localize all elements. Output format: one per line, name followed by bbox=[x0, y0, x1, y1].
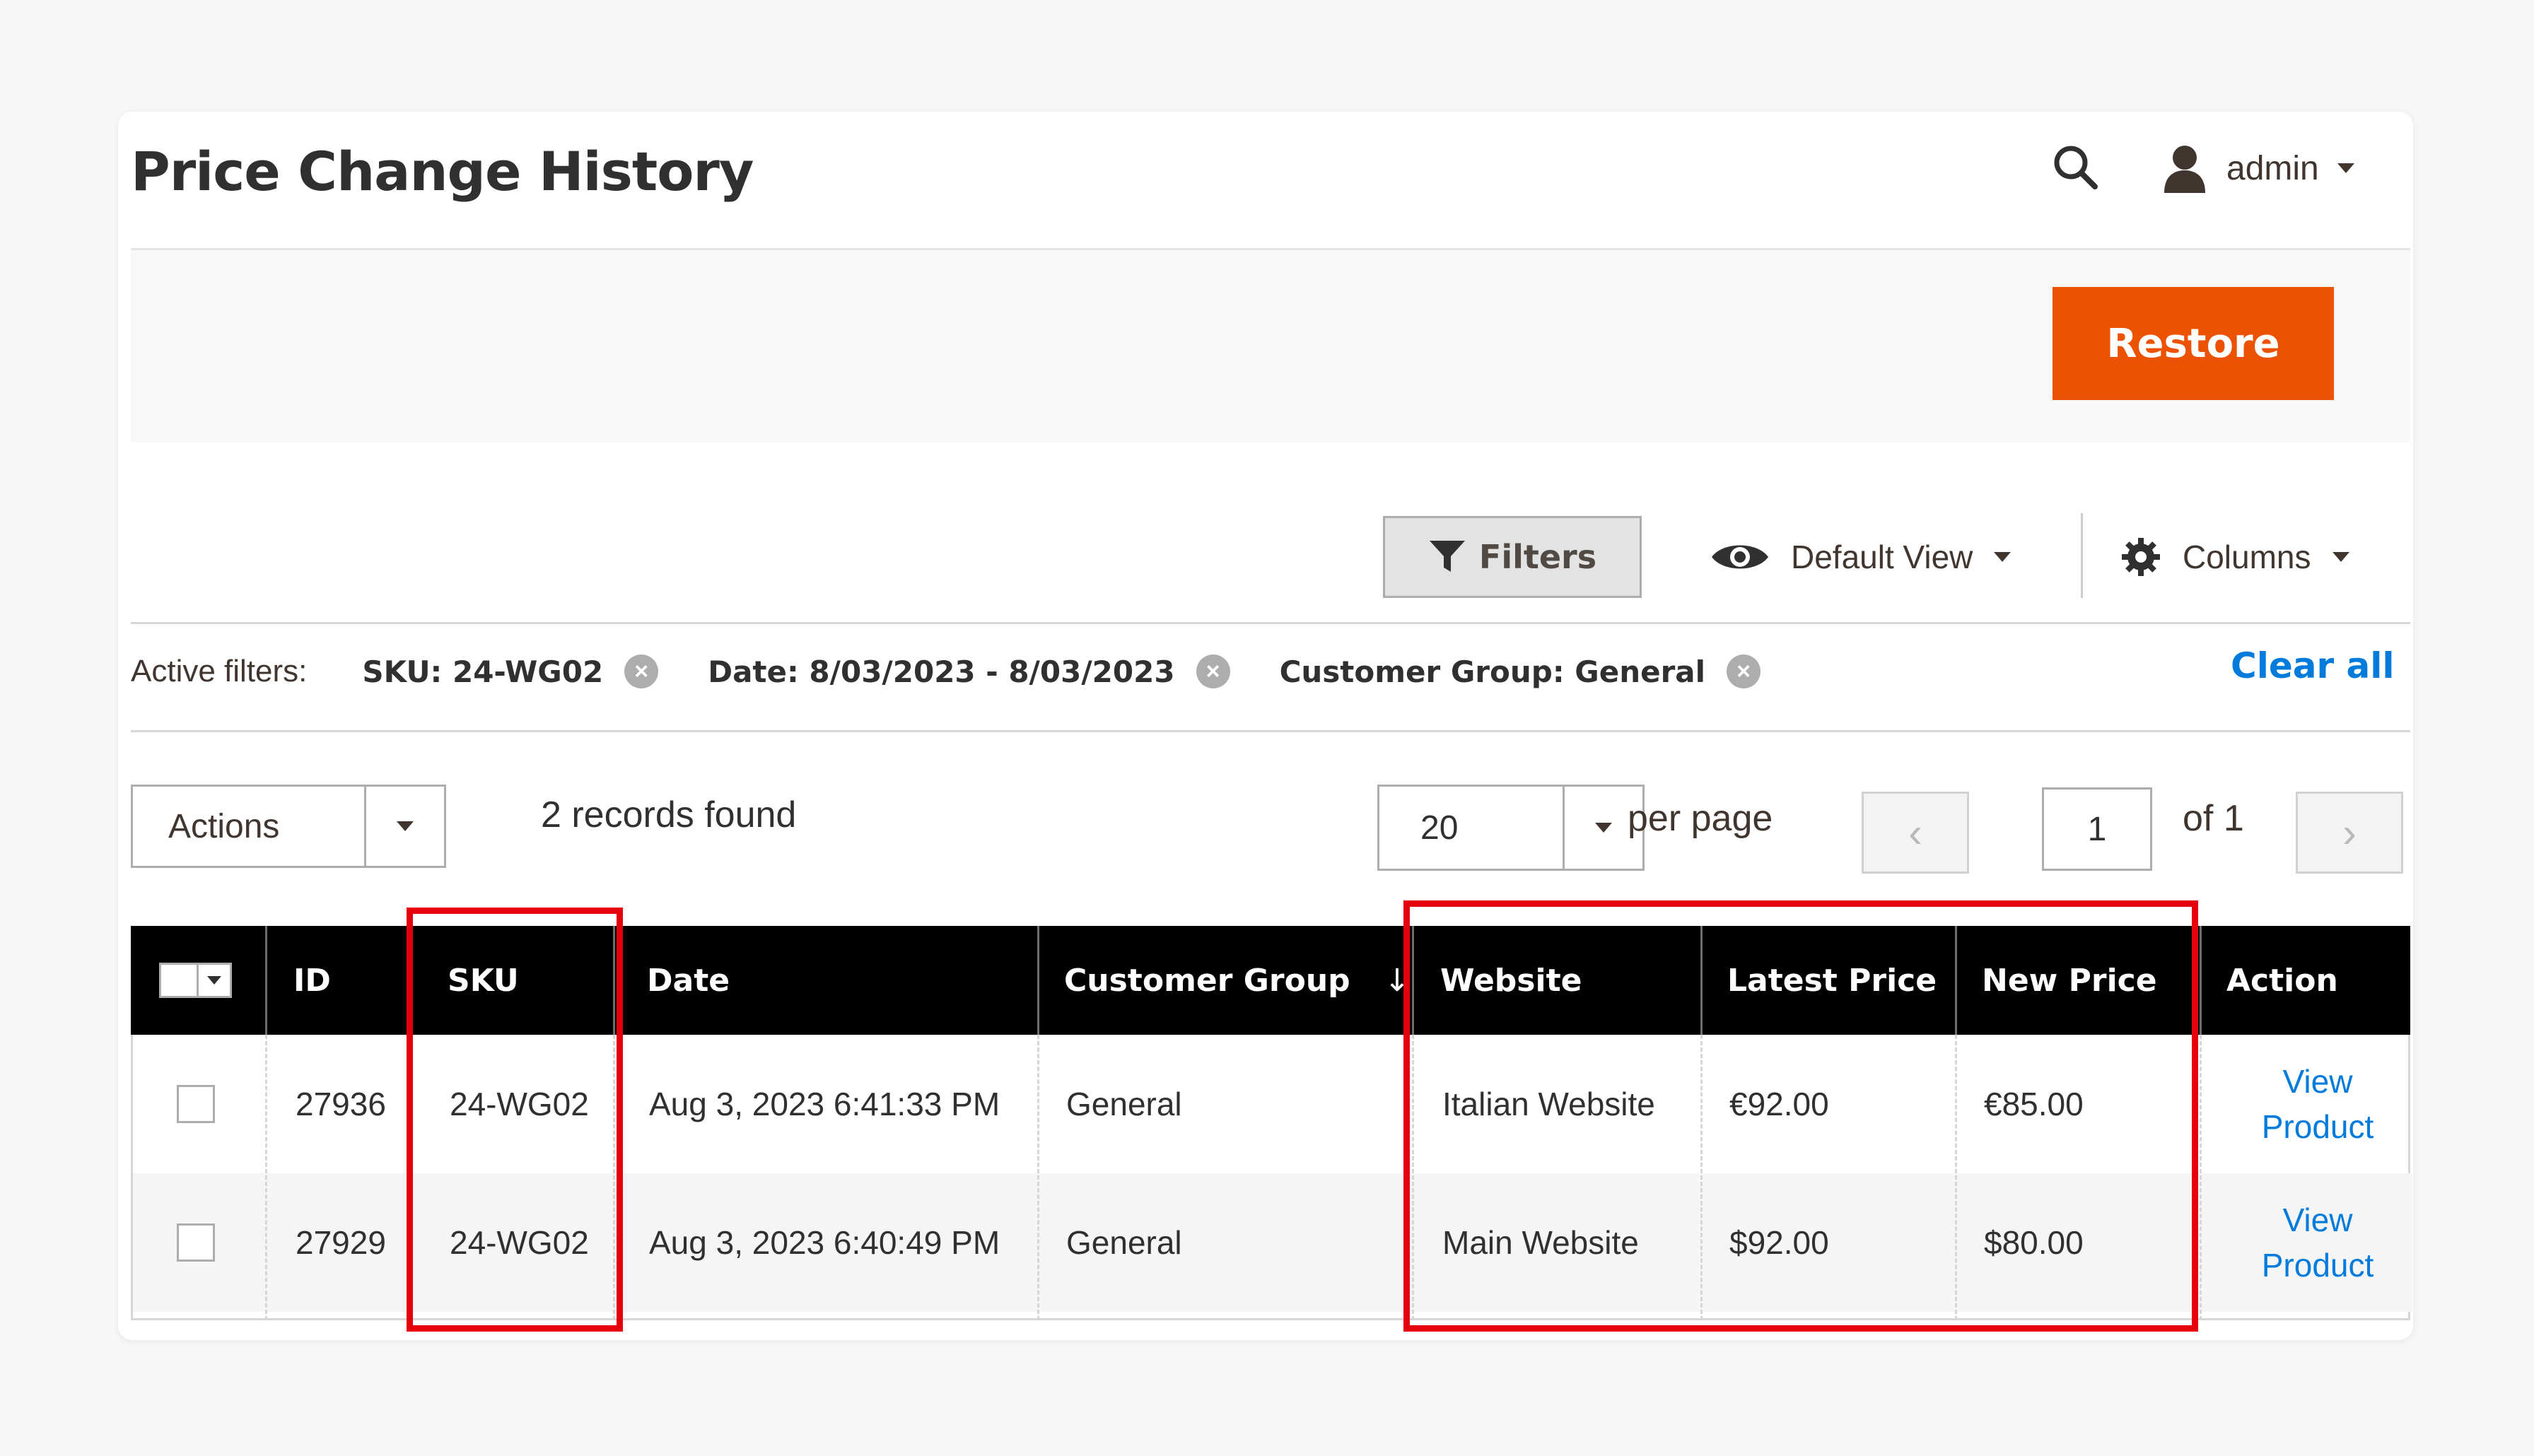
active-filters: Active filters: SKU: 24-WG02 × Date: 8/0… bbox=[131, 643, 1810, 700]
select-all-control[interactable] bbox=[159, 926, 232, 1035]
column-separator bbox=[1037, 926, 1039, 1035]
column-header-action: Action bbox=[2226, 962, 2338, 999]
previous-page-button[interactable]: ‹ bbox=[1862, 792, 1969, 874]
view-product-link-line[interactable]: Product bbox=[2262, 1104, 2374, 1149]
next-page-button[interactable]: › bbox=[2296, 792, 2403, 874]
username: admin bbox=[2226, 149, 2319, 187]
divider bbox=[131, 730, 2410, 732]
page-title: Price Change History bbox=[131, 140, 754, 203]
filter-chip-label: Date: 8/03/2023 - 8/03/2023 bbox=[708, 654, 1175, 689]
filter-icon bbox=[1429, 541, 1465, 572]
gear-icon bbox=[2122, 538, 2160, 576]
actions-label: Actions bbox=[168, 807, 280, 845]
chevron-right-icon: › bbox=[2342, 809, 2357, 856]
eye-icon bbox=[1712, 545, 1768, 569]
price-highlight-box bbox=[1403, 900, 2198, 1332]
chevron-left-icon: ‹ bbox=[1908, 809, 1922, 856]
column-header-label: Customer Group bbox=[1064, 962, 1350, 999]
divider bbox=[131, 622, 2410, 624]
restore-button[interactable]: Restore bbox=[2053, 287, 2334, 400]
remove-filter-icon[interactable]: × bbox=[1727, 654, 1761, 688]
mass-actions-dropdown[interactable]: Actions bbox=[131, 785, 446, 868]
view-product-link[interactable]: View Product bbox=[2262, 1197, 2374, 1288]
row-checkbox[interactable] bbox=[177, 1085, 215, 1123]
filter-chip-label: Customer Group: General bbox=[1279, 654, 1706, 689]
toolbar-separator bbox=[2081, 513, 2083, 598]
view-product-link-line[interactable]: Product bbox=[2262, 1243, 2374, 1288]
filter-chip-label: SKU: 24-WG02 bbox=[362, 654, 604, 689]
view-label: Default View bbox=[1791, 539, 1973, 575]
view-product-link-line[interactable]: View bbox=[2262, 1197, 2374, 1243]
filters-button[interactable]: Filters bbox=[1383, 516, 1642, 598]
column-header-date[interactable]: Date bbox=[647, 926, 730, 1035]
search-icon bbox=[2054, 146, 2098, 189]
cell-customer-group: General bbox=[1066, 1086, 1182, 1122]
search-button[interactable] bbox=[2048, 140, 2105, 196]
column-divider bbox=[1037, 1035, 1039, 1320]
view-selector[interactable]: Default View bbox=[1710, 522, 2012, 592]
per-page-select[interactable]: 20 bbox=[1377, 785, 1645, 871]
column-header-id[interactable]: ID bbox=[293, 926, 331, 1035]
chevron-down-icon[interactable] bbox=[197, 965, 230, 996]
user-menu[interactable]: admin bbox=[2161, 136, 2354, 200]
columns-label: Columns bbox=[2183, 539, 2311, 575]
cell-date: Aug 3, 2023 6:40:49 PM bbox=[649, 1224, 1000, 1261]
user-icon bbox=[2164, 146, 2205, 193]
column-divider bbox=[2200, 1035, 2202, 1320]
chevron-down-icon bbox=[1994, 552, 2012, 562]
cell-date: Aug 3, 2023 6:41:33 PM bbox=[649, 1086, 1000, 1122]
column-header-customer-group[interactable]: Customer Group ↓ bbox=[1064, 926, 1411, 1035]
select-all-checkbox[interactable] bbox=[161, 965, 197, 996]
filter-chip-sku: SKU: 24-WG02 × bbox=[362, 654, 659, 689]
chevron-down-icon bbox=[2337, 163, 2354, 173]
row-checkbox[interactable] bbox=[177, 1223, 215, 1262]
cell-customer-group: General bbox=[1066, 1224, 1182, 1261]
price-change-history-panel: Price Change History admin Restore Filte… bbox=[118, 112, 2413, 1340]
cell-id: 27929 bbox=[296, 1224, 386, 1261]
remove-filter-icon[interactable]: × bbox=[1196, 654, 1230, 688]
dropdown-arrow bbox=[364, 787, 444, 866]
column-separator bbox=[265, 926, 267, 1035]
view-product-link[interactable]: View Product bbox=[2262, 1059, 2374, 1149]
view-product-link-line[interactable]: View bbox=[2262, 1059, 2374, 1104]
chevron-down-icon bbox=[397, 821, 414, 831]
chevron-down-icon bbox=[2332, 552, 2349, 562]
active-filters-label: Active filters: bbox=[131, 654, 308, 688]
filter-chip-customer-group: Customer Group: General × bbox=[1280, 654, 1761, 689]
sku-highlight-box bbox=[407, 908, 623, 1332]
per-page-value: 20 bbox=[1420, 809, 1459, 847]
filter-chip-date: Date: 8/03/2023 - 8/03/2023 × bbox=[708, 654, 1230, 689]
filters-label: Filters bbox=[1478, 538, 1597, 576]
chevron-down-icon bbox=[1595, 823, 1612, 833]
total-pages: of 1 bbox=[2183, 798, 2244, 839]
per-page-label: per page bbox=[1628, 798, 1773, 839]
columns-selector[interactable]: Columns bbox=[2120, 522, 2349, 592]
page-number-input[interactable]: 1 bbox=[2042, 787, 2152, 871]
cell-id: 27936 bbox=[296, 1086, 386, 1122]
column-separator bbox=[2200, 926, 2202, 1035]
records-count: 2 records found bbox=[541, 794, 797, 835]
remove-filter-icon[interactable]: × bbox=[624, 654, 659, 688]
clear-all-link[interactable]: Clear all bbox=[2231, 645, 2395, 686]
column-divider bbox=[265, 1035, 267, 1320]
